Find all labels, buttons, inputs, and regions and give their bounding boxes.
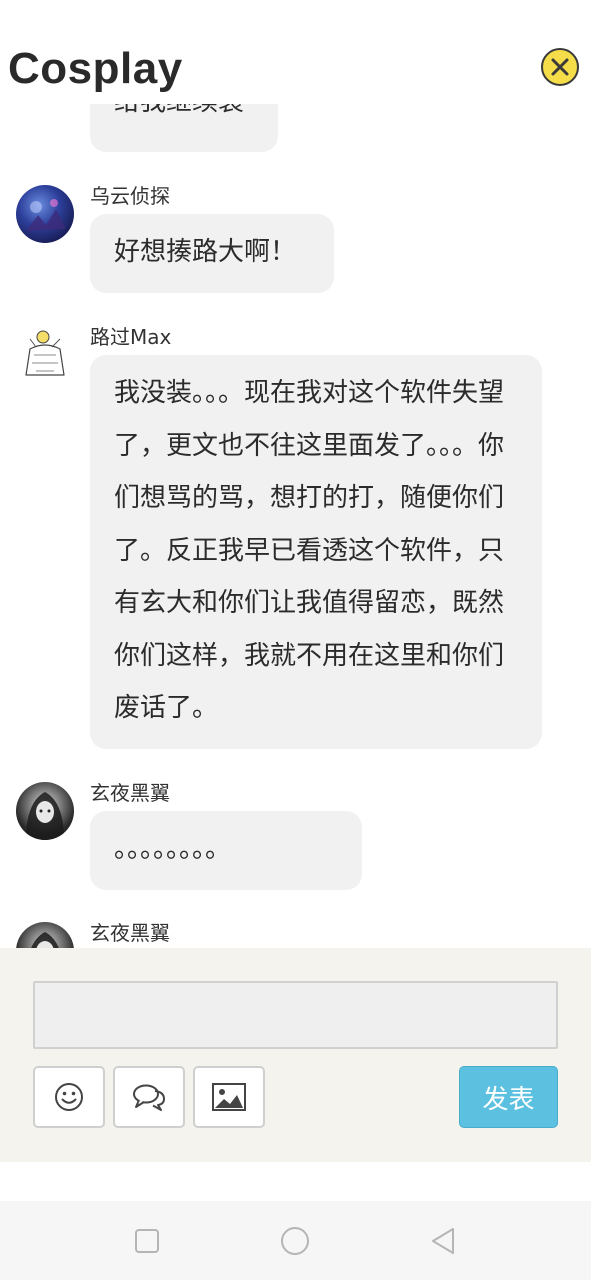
image-button[interactable] — [193, 1066, 265, 1128]
message-bubble: 给我继续装 — [90, 104, 278, 152]
smiley-icon — [55, 1083, 83, 1111]
message-list[interactable]: 给我继续装 乌云侦探 好想揍路大啊！ 路过Max 我没装。 — [0, 104, 591, 948]
triangle-back-icon — [432, 1228, 454, 1254]
message-bubble: 我没装。。。现在我对这个软件失望了，更文也不往这里面发了。。。你们想骂的骂，想打… — [90, 355, 542, 749]
message-bubble: 好想揍路大啊！ — [90, 214, 334, 293]
square-icon — [135, 1229, 159, 1253]
message-username[interactable]: 路过Max — [90, 321, 171, 350]
avatar[interactable] — [16, 185, 74, 243]
message-bubble: 。。。。。。。。 — [90, 811, 362, 890]
avatar[interactable] — [16, 922, 74, 948]
avatar[interactable] — [16, 782, 74, 840]
system-nav-bar — [0, 1201, 591, 1280]
message-text: 。。。。。。。。 — [114, 834, 232, 864]
back-button[interactable] — [425, 1223, 461, 1259]
composer-panel: 发表 — [0, 948, 591, 1162]
message-username[interactable]: 玄夜黑翼 — [90, 917, 170, 946]
close-circle-icon — [551, 58, 569, 76]
message-text: 给我继续装 — [114, 104, 254, 128]
message-text: 好想揍路大啊！ — [114, 237, 297, 267]
message-input[interactable] — [33, 981, 558, 1049]
circle-icon — [281, 1227, 309, 1255]
page-title: Cosplay — [8, 44, 183, 93]
chat-bubbles-icon — [133, 1084, 165, 1111]
chat-button[interactable] — [113, 1066, 185, 1128]
header-bar: Cosplay — [0, 0, 591, 104]
close-button[interactable] — [541, 48, 579, 86]
message-username[interactable]: 玄夜黑翼 — [90, 777, 170, 806]
message-text: 我没装。。。现在我对这个软件失望了，更文也不往这里面发了。。。你们想骂的骂，想打… — [114, 378, 505, 723]
emoji-button[interactable] — [33, 1066, 105, 1128]
home-button[interactable] — [277, 1223, 313, 1259]
image-icon — [212, 1083, 246, 1111]
send-button[interactable]: 发表 — [459, 1066, 558, 1128]
message-username[interactable]: 乌云侦探 — [90, 180, 170, 209]
recent-apps-button[interactable] — [129, 1223, 165, 1259]
avatar[interactable] — [16, 325, 74, 383]
